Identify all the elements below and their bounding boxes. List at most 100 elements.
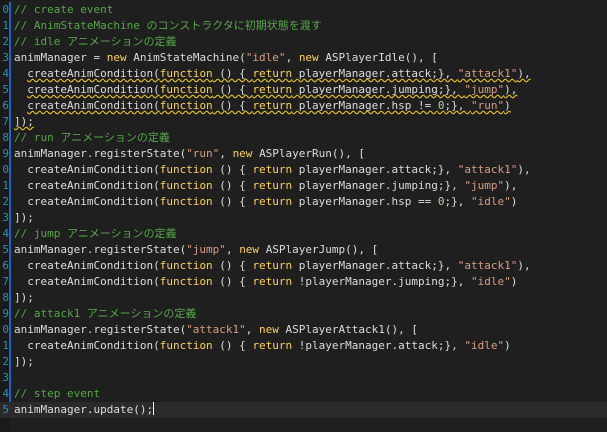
code-token: function xyxy=(159,339,213,352)
code-token: playerManager.attack;}, xyxy=(292,163,458,176)
code-line-text: createAnimCondition(function () { return… xyxy=(14,338,511,354)
code-token: // step event xyxy=(14,387,101,400)
code-line[interactable]: 5 createAnimCondition(function () { retu… xyxy=(0,82,607,98)
code-token: return xyxy=(252,195,293,208)
code-line-text: createAnimCondition(function () { return… xyxy=(14,162,530,178)
code-token: function xyxy=(159,163,213,176)
code-line-text: ]); xyxy=(14,290,34,306)
code-line-text: // AnimStateMachine のコンストラクタに初期状態を渡す xyxy=(14,18,322,34)
code-token: animManager.registerState( xyxy=(14,243,187,256)
code-line-text: animManager.registerState("run", new ASP… xyxy=(14,146,365,162)
code-line[interactable]: 3 xyxy=(0,370,607,386)
code-token: "idle" xyxy=(245,51,286,64)
code-area[interactable]: 0 // create event 1 // AnimStateMachine のコン… xyxy=(0,2,607,418)
code-token: ASPlayerAttack1(), [ xyxy=(285,323,418,336)
code-line[interactable]: 3 animManager = new AnimStateMachine("idl… xyxy=(0,50,607,66)
code-editor[interactable]: 0 // create event 1 // AnimStateMachine のコン… xyxy=(0,0,607,432)
code-token: ]); xyxy=(14,115,34,128)
code-token: ]); xyxy=(14,291,34,304)
code-token: playerManager.hsp == xyxy=(292,195,438,208)
code-line[interactable]: 9 // attack1 アニメーションの定義 xyxy=(0,306,607,322)
code-token: ) xyxy=(504,99,511,112)
code-token: ;}, xyxy=(444,99,472,112)
code-line-text: createAnimCondition(function () { return… xyxy=(14,178,517,194)
code-line[interactable]: 0 animManager.registerState("attack1", ne… xyxy=(0,322,607,338)
code-line[interactable]: 9 animManager.registerState("run", new AS… xyxy=(0,146,607,162)
code-line[interactable]: 2]); xyxy=(0,354,607,370)
code-token: // jump アニメーションの定義 xyxy=(14,227,177,240)
code-line-text: createAnimCondition(function () { return… xyxy=(14,194,517,210)
line-number: 5 xyxy=(2,403,9,416)
line-number: 1 xyxy=(2,179,9,192)
code-token: 0 xyxy=(437,195,445,208)
code-line[interactable]: 8]); xyxy=(0,290,607,306)
code-line[interactable]: 1 // AnimStateMachine のコンストラクタに初期状態を渡す xyxy=(0,18,607,34)
code-token: function xyxy=(159,275,213,288)
line-number: 2 xyxy=(2,195,9,208)
code-token: // run アニメーションの定義 xyxy=(14,131,170,144)
code-line[interactable]: 3]); xyxy=(0,210,607,226)
line-number: 3 xyxy=(2,51,9,64)
code-line-current[interactable]: 5 animManager.update(); xyxy=(0,402,607,418)
code-token: playerManager.hsp != xyxy=(292,99,438,112)
line-number: 9 xyxy=(2,147,9,160)
code-token: function xyxy=(159,259,213,272)
code-token: "attack1" xyxy=(457,163,518,176)
code-token: createAnimCondition( xyxy=(14,195,160,208)
code-token: "idle" xyxy=(464,339,505,352)
code-token: ]); xyxy=(14,211,34,224)
code-token: ASPlayerRun(), [ xyxy=(259,147,366,160)
code-line[interactable]: 7]); xyxy=(0,114,607,130)
code-token: "jump" xyxy=(186,243,226,256)
code-token: createAnimCondition( xyxy=(14,179,160,192)
code-token: !playerManager.jumping;}, xyxy=(292,275,471,288)
code-token: new xyxy=(259,323,286,336)
code-token: ]); xyxy=(14,355,34,368)
code-line[interactable]: 1 createAnimCondition(function () { retu… xyxy=(0,178,607,194)
code-line[interactable]: 5 animManager.registerState("jump", new A… xyxy=(0,242,607,258)
code-line-text: createAnimCondition(function () { return… xyxy=(14,66,531,82)
code-line[interactable]: 0 createAnimCondition(function () { retu… xyxy=(0,162,607,178)
code-line[interactable]: 2 createAnimCondition(function () { retu… xyxy=(0,194,607,210)
code-line-text: ]); xyxy=(14,210,34,226)
code-token: "attack1" xyxy=(457,259,518,272)
code-line[interactable]: 1 createAnimCondition(function () { retu… xyxy=(0,338,607,354)
code-line[interactable]: 0 // create event xyxy=(0,2,607,18)
code-token: function xyxy=(159,99,213,112)
line-number: 3 xyxy=(2,371,9,384)
code-token: () { xyxy=(212,99,253,112)
code-line[interactable]: 4 createAnimCondition(function () { retu… xyxy=(0,66,607,82)
line-number: 9 xyxy=(2,307,9,320)
code-token: function xyxy=(159,195,213,208)
line-number: 4 xyxy=(2,67,9,80)
code-line[interactable]: 8 // run アニメーションの定義 xyxy=(0,130,607,146)
code-token: return xyxy=(252,163,293,176)
code-token: return xyxy=(252,99,293,112)
code-line[interactable]: 6 createAnimCondition(function () { retu… xyxy=(0,258,607,274)
code-line[interactable]: 2 // idle アニメーションの定義 xyxy=(0,34,607,50)
code-line[interactable]: 4 // jump アニメーションの定義 xyxy=(0,226,607,242)
code-line[interactable]: 4 // step event xyxy=(0,386,607,402)
text-cursor xyxy=(153,402,155,415)
code-line[interactable]: 6 createAnimCondition(function () { retu… xyxy=(0,98,607,114)
code-token: () { xyxy=(212,195,253,208)
code-token: "jump" xyxy=(464,179,505,192)
code-token: () { xyxy=(212,275,253,288)
code-line-text: ]); xyxy=(14,114,34,130)
code-token: ), xyxy=(504,179,518,192)
code-line-text: // step event xyxy=(14,386,100,402)
code-token: ), xyxy=(517,67,531,80)
code-line-text: createAnimCondition(function () { return… xyxy=(14,274,517,290)
code-token: animManager.registerState( xyxy=(14,323,187,336)
line-number: 0 xyxy=(2,323,9,336)
code-token: // idle アニメーションの定義 xyxy=(14,35,177,48)
code-token: ), xyxy=(517,259,531,272)
code-token: // attack1 アニメーションの定義 xyxy=(14,307,197,320)
code-token: ASPlayerJump(), [ xyxy=(265,243,379,256)
code-token: return xyxy=(252,259,293,272)
code-token: "run" xyxy=(471,99,505,112)
code-token: new xyxy=(232,147,260,160)
code-line[interactable]: 7 createAnimCondition(function () { retu… xyxy=(0,274,607,290)
code-token: createAnimCondition( xyxy=(27,83,160,96)
